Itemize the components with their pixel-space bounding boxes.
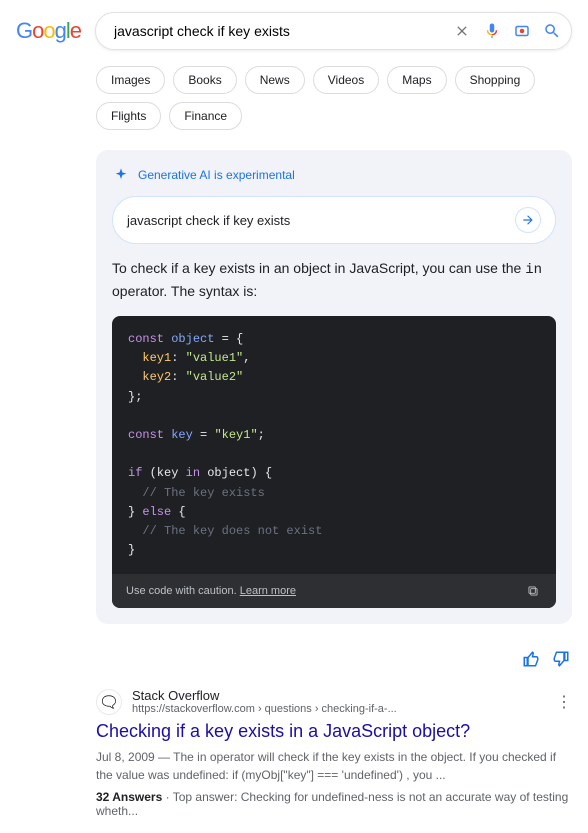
result-url: https://stackoverflow.com › questions › … xyxy=(132,703,397,715)
mic-icon[interactable] xyxy=(483,22,501,40)
code-block: const object = { key1: "value1", key2: "… xyxy=(112,316,556,608)
tab-books[interactable]: Books xyxy=(173,66,236,94)
search-input[interactable] xyxy=(106,19,453,43)
result-snippet: Jul 8, 2009 — The in operator will check… xyxy=(96,748,572,784)
tab-shopping[interactable]: Shopping xyxy=(455,66,536,94)
search-bar xyxy=(95,12,572,50)
result-title-link[interactable]: Checking if a key exists in a JavaScript… xyxy=(96,721,572,742)
ai-experimental-label: Generative AI is experimental xyxy=(112,166,556,184)
ai-query-text: javascript check if key exists xyxy=(127,213,290,228)
code-footer: Use code with caution. Learn more xyxy=(112,574,556,608)
tab-images[interactable]: Images xyxy=(96,66,165,94)
search-tabs: Images Books News Videos Maps Shopping F… xyxy=(0,58,588,142)
copy-icon[interactable] xyxy=(524,582,542,600)
tab-videos[interactable]: Videos xyxy=(313,66,379,94)
ai-submit-button[interactable] xyxy=(515,207,541,233)
search-result: 🗨️ Stack Overflow https://stackoverflow.… xyxy=(96,688,572,818)
result-source-name: Stack Overflow xyxy=(132,688,397,703)
clear-icon[interactable] xyxy=(453,22,471,40)
tab-flights[interactable]: Flights xyxy=(96,102,161,130)
search-icon[interactable] xyxy=(543,22,561,40)
result-favicon: 🗨️ xyxy=(96,689,122,715)
result-menu-icon[interactable]: ⋮ xyxy=(556,692,572,712)
tab-finance[interactable]: Finance xyxy=(169,102,242,130)
google-logo[interactable]: Google xyxy=(16,18,81,44)
code-content: const object = { key1: "value1", key2: "… xyxy=(112,316,556,574)
thumbs-down-icon[interactable] xyxy=(552,650,570,668)
ai-query-box: javascript check if key exists xyxy=(112,196,556,244)
result-answers: 32 Answers · Top answer: Checking for un… xyxy=(96,790,572,818)
tab-news[interactable]: News xyxy=(245,66,305,94)
thumbs-up-icon[interactable] xyxy=(522,650,540,668)
feedback-row xyxy=(0,640,588,668)
learn-more-link[interactable]: Learn more xyxy=(240,585,296,597)
lens-icon[interactable] xyxy=(513,22,531,40)
ai-overview-panel: Generative AI is experimental javascript… xyxy=(96,150,572,624)
tab-maps[interactable]: Maps xyxy=(387,66,446,94)
sparkle-icon xyxy=(112,166,130,184)
ai-answer-text: To check if a key exists in an object in… xyxy=(112,258,556,302)
